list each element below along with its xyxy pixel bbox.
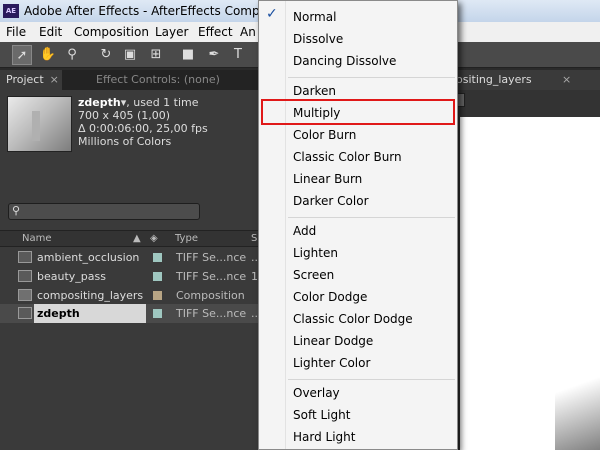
menu-layer[interactable]: Layer — [155, 25, 188, 39]
footage-dimensions: 700 x 405 (1,00) — [78, 109, 171, 122]
label-color-swatch[interactable] — [153, 309, 162, 318]
menu-item-dissolve[interactable]: Dissolve — [293, 32, 343, 46]
close-icon[interactable]: × — [562, 73, 571, 86]
rectangle-tool-icon[interactable]: ■ — [178, 45, 198, 65]
project-column-header: Name ▲ ◈ Type S — [0, 230, 258, 247]
menu-effect[interactable]: Effect — [198, 25, 233, 39]
item-name: beauty_pass — [37, 270, 106, 283]
close-icon[interactable]: × — [50, 73, 59, 86]
menu-animation[interactable]: An — [240, 25, 256, 39]
menu-item-linear-dodge[interactable]: Linear Dodge — [293, 334, 373, 348]
menu-item-darken[interactable]: Darken — [293, 84, 336, 98]
column-type[interactable]: Type — [175, 233, 198, 244]
app-logo: AE — [3, 4, 19, 18]
composition-icon — [18, 289, 32, 301]
blending-mode-menu: ✓ Normal Dissolve Dancing Dissolve Darke… — [258, 0, 458, 450]
menu-item-add[interactable]: Add — [293, 224, 316, 238]
menu-item-hard-light[interactable]: Hard Light — [293, 430, 355, 444]
menu-separator — [288, 217, 455, 218]
tab-effect-controls[interactable]: Effect Controls: (none) — [90, 70, 226, 90]
tab-project-label: Project — [6, 73, 44, 86]
menu-item-soft-light[interactable]: Soft Light — [293, 408, 350, 422]
label-tag-icon[interactable]: ◈ — [150, 233, 158, 244]
menu-file[interactable]: File — [6, 25, 26, 39]
item-type: TIFF Se...nce — [176, 251, 247, 264]
item-name: zdepth — [37, 307, 80, 320]
menu-separator — [288, 379, 455, 380]
type-tool-icon[interactable]: T — [228, 45, 248, 65]
menu-item-lighter-color[interactable]: Lighter Color — [293, 356, 370, 370]
footage-icon — [18, 270, 32, 282]
checkmark-icon: ✓ — [266, 6, 278, 22]
item-name: compositing_layers — [37, 289, 144, 302]
rotate-tool-icon[interactable]: ↻ — [96, 45, 116, 65]
pen-tool-icon[interactable]: ✒ — [204, 45, 224, 65]
menu-item-overlay[interactable]: Overlay — [293, 386, 340, 400]
canvas-shadow — [555, 340, 600, 450]
zoom-tool-icon[interactable]: ⚲ — [62, 45, 82, 65]
column-size[interactable]: S — [251, 233, 257, 244]
multiply-highlight-box — [261, 99, 455, 125]
footage-info: zdepth▾, used 1 time 700 x 405 (1,00) Δ … — [78, 96, 208, 148]
menu-item-color-dodge[interactable]: Color Dodge — [293, 290, 367, 304]
pan-behind-tool-icon[interactable]: ⊞ — [146, 45, 166, 65]
search-icon: ⚲ — [12, 204, 21, 217]
camera-tool-icon[interactable]: ▣ — [120, 45, 140, 65]
window-title: Adobe After Effects - AfterEffects Compo… — [24, 4, 293, 18]
label-color-swatch[interactable] — [153, 253, 162, 262]
column-name[interactable]: Name — [22, 233, 52, 244]
menu-item-linear-burn[interactable]: Linear Burn — [293, 172, 362, 186]
footage-colors: Millions of Colors — [78, 135, 172, 148]
footage-name: zdepth — [78, 96, 121, 109]
item-name: ambient_occlusion — [37, 251, 140, 264]
project-item-row[interactable]: beauty_pass TIFF Se...nce 1 — [0, 267, 258, 286]
menu-composition[interactable]: Composition — [74, 25, 149, 39]
sort-arrow-icon[interactable]: ▲ — [133, 233, 141, 244]
tab-project[interactable]: Project × — [0, 70, 62, 90]
menu-item-classic-color-burn[interactable]: Classic Color Burn — [293, 150, 402, 164]
hand-tool-icon[interactable]: ✋ — [38, 45, 58, 65]
item-type: TIFF Se...nce — [176, 270, 247, 283]
item-size: 1 — [251, 270, 258, 283]
footage-icon — [18, 251, 32, 263]
menu-item-color-burn[interactable]: Color Burn — [293, 128, 356, 142]
label-color-swatch[interactable] — [153, 272, 162, 281]
menu-edit[interactable]: Edit — [39, 25, 62, 39]
project-search-input[interactable]: ⚲ — [8, 203, 200, 220]
item-type: TIFF Se...nce — [176, 307, 247, 320]
tab-composition-label: ositing_layers — [456, 73, 532, 86]
footage-usage: , used 1 time — [126, 96, 199, 109]
menu-separator — [288, 77, 455, 78]
project-panel: zdepth▾, used 1 time 700 x 405 (1,00) Δ … — [0, 90, 262, 450]
menu-item-normal[interactable]: Normal — [293, 10, 336, 24]
project-item-row[interactable]: compositing_layers Composition — [0, 286, 258, 305]
menu-item-dancing-dissolve[interactable]: Dancing Dissolve — [293, 54, 396, 68]
menu-item-darker-color[interactable]: Darker Color — [293, 194, 369, 208]
menu-item-screen[interactable]: Screen — [293, 268, 334, 282]
menu-item-classic-color-dodge[interactable]: Classic Color Dodge — [293, 312, 413, 326]
selection-tool-icon[interactable]: ➚ — [12, 45, 32, 65]
menu-item-lighten[interactable]: Lighten — [293, 246, 338, 260]
tab-composition[interactable]: ositing_layers × — [440, 70, 600, 90]
label-color-swatch[interactable] — [153, 291, 162, 300]
item-type: Composition — [176, 289, 245, 302]
project-item-row-selected[interactable]: zdepth TIFF Se...nce ... — [0, 304, 262, 323]
footage-duration: Δ 0:00:06:00, 25,00 fps — [78, 122, 208, 135]
footage-thumbnail — [7, 96, 72, 152]
project-item-row[interactable]: ambient_occlusion TIFF Se...nce ... — [0, 248, 262, 267]
footage-icon — [18, 307, 32, 319]
